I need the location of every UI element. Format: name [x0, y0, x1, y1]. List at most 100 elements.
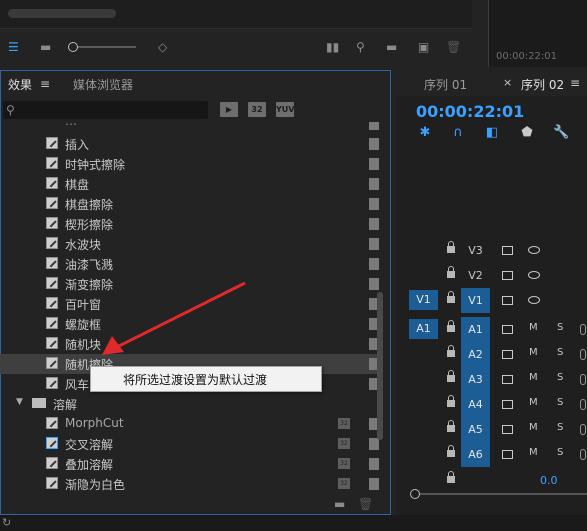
solo-button[interactable]: S: [557, 372, 563, 383]
sync-lock-icon[interactable]: [502, 325, 513, 334]
list-item[interactable]: 油漆飞溅: [0, 254, 380, 274]
playhead-timecode[interactable]: 00:00:22:01: [416, 102, 524, 121]
mute-button[interactable]: M: [529, 422, 538, 433]
track-target[interactable]: A5: [461, 417, 490, 442]
mute-button[interactable]: M: [529, 397, 538, 408]
sync-lock-icon[interactable]: [502, 296, 513, 305]
tab-media-browser[interactable]: 媒体浏览器: [73, 76, 133, 93]
list-item[interactable]: 叠加溶解 32: [0, 454, 380, 474]
list-item[interactable]: 楔形擦除: [0, 214, 380, 234]
list-view-icon[interactable]: ☰: [8, 40, 19, 54]
effects-scrollbar[interactable]: [377, 292, 383, 440]
list-item[interactable]: …: [0, 122, 380, 130]
master-lock-icon[interactable]: [447, 471, 455, 484]
list-item[interactable]: MorphCut 32: [0, 414, 380, 434]
folder-row[interactable]: ▼ 溶解: [0, 394, 380, 414]
panel-menu-icon[interactable]: ≡: [570, 76, 580, 90]
lock-icon[interactable]: [447, 445, 455, 458]
close-icon[interactable]: ×: [503, 76, 512, 89]
project-horizontal-scrollbar[interactable]: [8, 9, 116, 18]
source-patch[interactable]: V1: [409, 290, 438, 310]
lock-icon[interactable]: [447, 320, 455, 333]
sort-icon[interactable]: ◇: [158, 40, 167, 54]
add-marker-icon[interactable]: ⬟: [520, 126, 534, 140]
lock-icon[interactable]: [447, 345, 455, 358]
tab-effects[interactable]: 效果: [8, 76, 32, 93]
mute-button[interactable]: M: [529, 322, 538, 333]
mic-icon[interactable]: [580, 399, 586, 410]
insert-sequence-icon[interactable]: ✱: [418, 126, 432, 140]
sync-lock-icon[interactable]: [502, 450, 513, 459]
track-target[interactable]: A2: [461, 342, 490, 367]
settings-wrench-icon[interactable]: 🔧: [553, 126, 569, 140]
track-target[interactable]: V3: [461, 238, 490, 263]
solo-button[interactable]: S: [557, 347, 563, 358]
mic-icon[interactable]: [580, 449, 586, 460]
track-target[interactable]: A4: [461, 392, 490, 417]
track-target[interactable]: V2: [461, 263, 490, 288]
list-item[interactable]: 水波块: [0, 234, 380, 254]
mic-icon[interactable]: [580, 424, 586, 435]
sync-lock-icon[interactable]: [502, 350, 513, 359]
new-item-icon[interactable]: ▣: [418, 40, 429, 54]
timeline-zoom-handle[interactable]: [410, 489, 420, 499]
eye-icon[interactable]: [528, 246, 540, 254]
snap-icon[interactable]: ∩: [451, 126, 465, 140]
mic-icon[interactable]: [580, 324, 586, 335]
lock-icon[interactable]: [447, 420, 455, 433]
delete-icon[interactable]: 🗑: [358, 497, 373, 511]
sync-lock-icon[interactable]: [502, 425, 513, 434]
tab-sequence-01[interactable]: 序列 01: [424, 76, 467, 93]
solo-button[interactable]: S: [557, 422, 563, 433]
list-item[interactable]: 棋盘: [0, 174, 380, 194]
search-input[interactable]: [3, 101, 208, 119]
track-target[interactable]: V1: [461, 288, 490, 313]
list-item[interactable]: 渐隐为白色 32: [0, 474, 380, 494]
solo-button[interactable]: S: [557, 447, 563, 458]
source-patch[interactable]: A1: [409, 319, 438, 339]
lock-icon[interactable]: [447, 291, 455, 304]
master-volume-value[interactable]: 0.0: [540, 474, 558, 487]
sync-lock-icon[interactable]: [502, 400, 513, 409]
zoom-slider[interactable]: [68, 46, 136, 48]
list-item[interactable]: 棋盘擦除: [0, 194, 380, 214]
eye-icon[interactable]: [528, 296, 540, 304]
automate-to-sequence-icon[interactable]: ▮▮: [326, 40, 339, 54]
find-icon[interactable]: ⚲: [356, 40, 365, 54]
mute-button[interactable]: M: [529, 372, 538, 383]
track-target[interactable]: A1: [461, 317, 490, 342]
mic-icon[interactable]: [580, 374, 586, 385]
new-bin-icon[interactable]: ▬: [386, 40, 397, 54]
lock-icon[interactable]: [447, 266, 455, 279]
track-target[interactable]: A3: [461, 367, 490, 392]
yuv-effects-button[interactable]: YUV: [276, 102, 294, 117]
new-bin-icon[interactable]: ▬: [334, 497, 345, 511]
lock-icon[interactable]: [447, 395, 455, 408]
mute-button[interactable]: M: [529, 447, 538, 458]
context-menu-set-default-transition[interactable]: 将所选过渡设置为默认过渡: [90, 366, 322, 392]
track-target[interactable]: A6: [461, 442, 490, 467]
list-item[interactable]: 交叉溶解 32: [0, 434, 380, 454]
accelerated-effects-icon[interactable]: ▶: [220, 102, 238, 117]
eye-icon[interactable]: [528, 271, 540, 279]
mic-icon[interactable]: [580, 349, 586, 360]
zoom-slider-handle[interactable]: [68, 42, 78, 52]
panel-menu-icon[interactable]: ≡: [40, 77, 50, 91]
tab-sequence-02[interactable]: 序列 02: [521, 76, 564, 93]
sync-lock-icon[interactable]: [502, 375, 513, 384]
list-item[interactable]: 插入: [0, 134, 380, 154]
timeline-zoom-bar[interactable]: [412, 493, 587, 495]
sync-lock-icon[interactable]: [502, 271, 513, 280]
sync-lock-icon[interactable]: [502, 246, 513, 255]
solo-button[interactable]: S: [557, 397, 563, 408]
mute-button[interactable]: M: [529, 347, 538, 358]
icon-view-icon[interactable]: ▬: [40, 40, 51, 54]
lock-icon[interactable]: [447, 241, 455, 254]
list-item[interactable]: 时钟式擦除: [0, 154, 380, 174]
32bit-effects-button[interactable]: 32: [248, 102, 266, 117]
solo-button[interactable]: S: [557, 322, 563, 333]
lock-icon[interactable]: [447, 370, 455, 383]
linked-selection-icon[interactable]: ◧: [485, 126, 499, 140]
chevron-down-icon[interactable]: ▼: [16, 397, 23, 407]
clear-icon[interactable]: 🗑: [446, 40, 461, 54]
